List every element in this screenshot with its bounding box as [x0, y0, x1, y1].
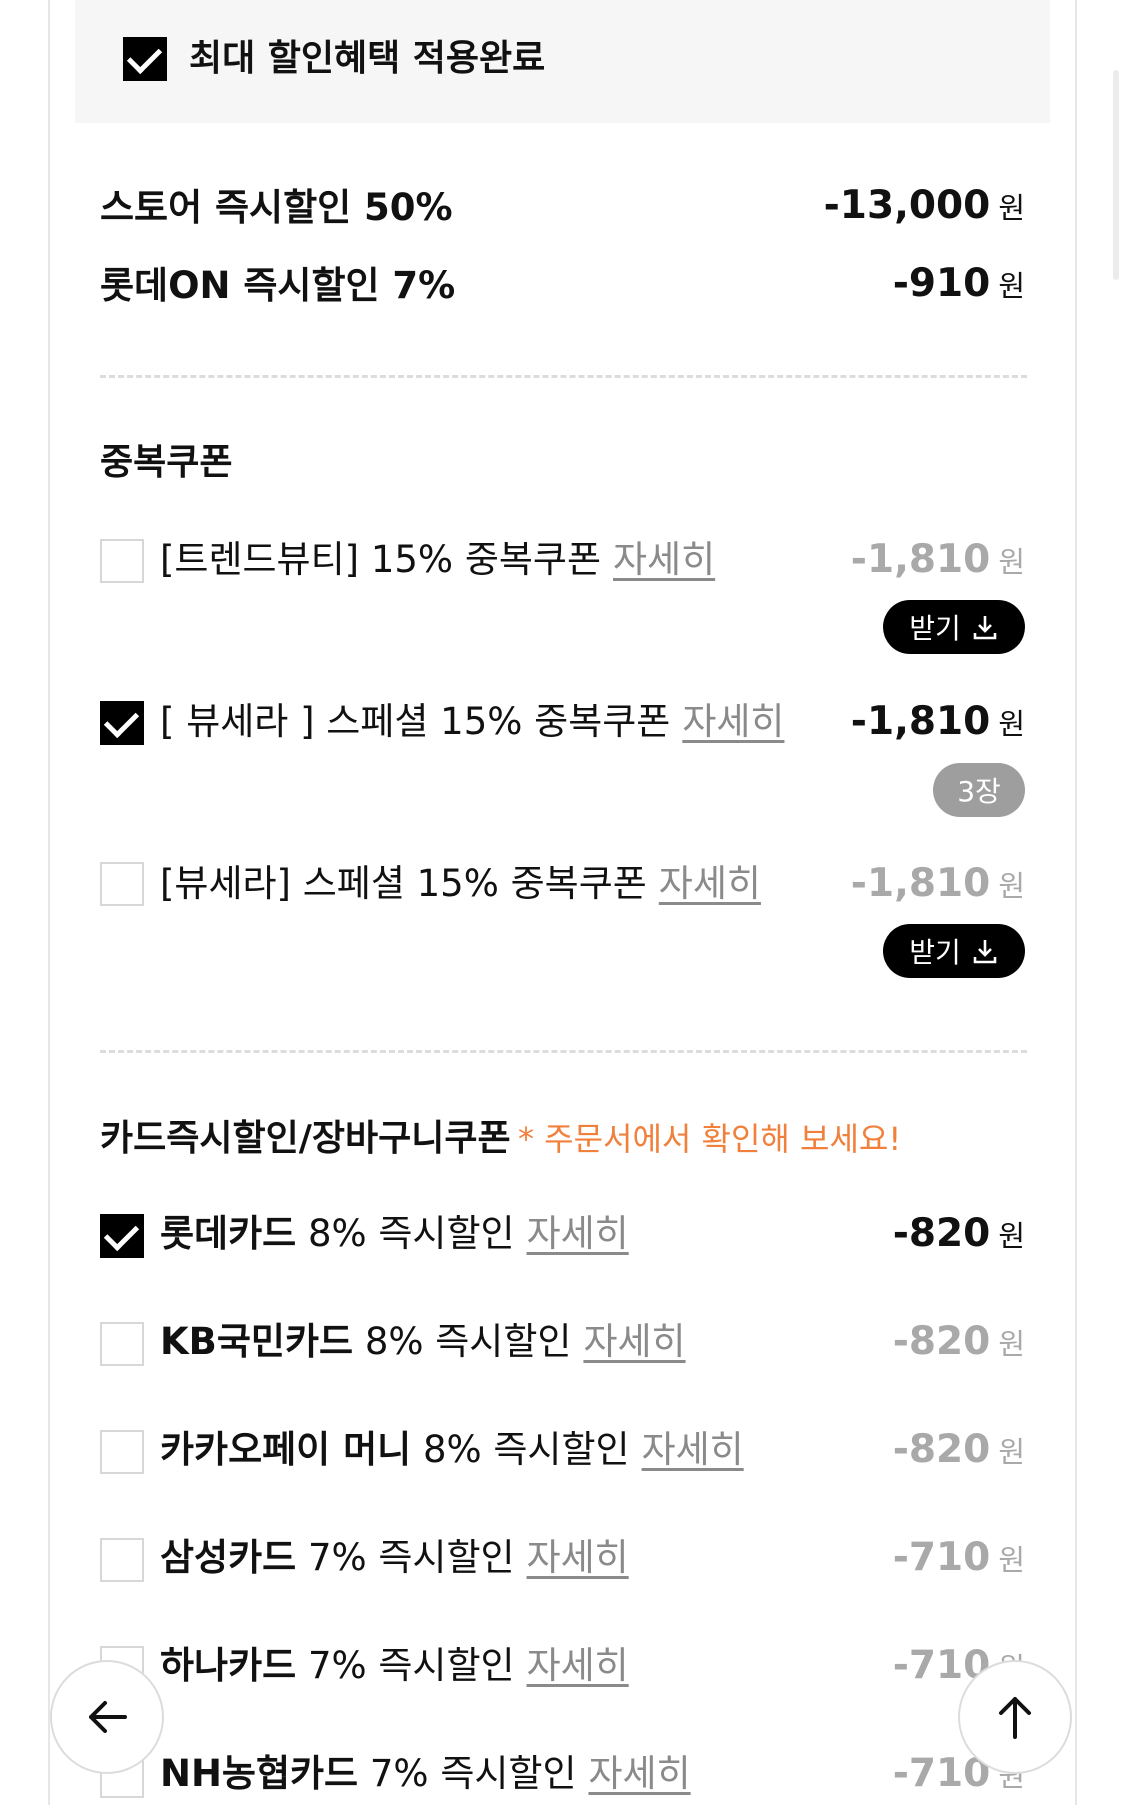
receive-label: 받기 — [909, 936, 961, 969]
max-discount-label: 최대 할인혜택 적용완료 — [189, 38, 546, 79]
arrow-up-icon — [999, 1697, 1031, 1739]
card-name: NH농협카드 — [160, 1752, 359, 1795]
coupon-detail-link[interactable]: 자세히 — [613, 538, 715, 581]
amount-value: -1,810 — [850, 861, 991, 906]
card-detail-link[interactable]: 자세히 — [642, 1428, 744, 1471]
amount-unit: 원 — [998, 1219, 1025, 1253]
card-name: 삼성카드 — [160, 1536, 297, 1579]
amount-unit: 원 — [998, 1435, 1025, 1469]
card-label-row: 카카오페이 머니 8% 즉시할인 자세히 — [160, 1426, 744, 1474]
coupon-label: [뷰세라] 스페셜 15% 중복쿠폰 — [160, 862, 647, 905]
coupon-label-row: [트렌드뷰티] 15% 중복쿠폰 자세히 — [160, 536, 715, 584]
coupon-label-row: [ 뷰세라 ] 스페셜 15% 중복쿠폰 자세히 — [160, 698, 784, 746]
card-detail-link[interactable]: 자세히 — [583, 1320, 685, 1363]
back-button[interactable] — [50, 1660, 164, 1774]
card-amount: -820 원 — [893, 1210, 1025, 1265]
divider — [100, 1050, 1027, 1053]
download-icon — [973, 616, 997, 640]
scroll-top-button[interactable] — [958, 1660, 1072, 1774]
card-detail-link[interactable]: 자세히 — [588, 1752, 690, 1795]
card-label-row: 하나카드 7% 즉시할인 자세히 — [160, 1642, 629, 1690]
amount-value: -1,810 — [850, 699, 991, 744]
receive-label: 받기 — [909, 612, 961, 645]
coupon-amount: -1,810 원 — [851, 536, 1025, 591]
card-section-note: * 주문서에서 확인해 보세요! — [518, 1120, 902, 1158]
arrow-left-icon — [89, 1701, 127, 1733]
card-rate: 8% 즉시할인 — [364, 1320, 572, 1363]
card-detail-link[interactable]: 자세히 — [527, 1644, 629, 1687]
receive-coupon-button[interactable]: 받기 — [883, 600, 1025, 654]
card-amount: -710원 — [893, 1534, 1025, 1589]
card-section-title: 카드즉시할인/장바구니쿠폰 — [100, 1118, 511, 1159]
amount-unit: 원 — [998, 869, 1025, 903]
max-discount-banner: 최대 할인혜택 적용완료 — [75, 0, 1050, 123]
coupon-label: [트렌드뷰티] 15% 중복쿠폰 — [160, 538, 601, 581]
coupon-label: [ 뷰세라 ] 스페셜 15% 중복쿠폰 — [160, 700, 671, 743]
amount-value: -13,000 — [823, 183, 991, 228]
card-label-row: NH농협카드 7% 즉시할인 자세히 — [160, 1750, 691, 1798]
card-checkbox[interactable] — [100, 1214, 144, 1258]
download-icon — [973, 940, 997, 964]
card-name: 카카오페이 머니 — [160, 1428, 412, 1471]
card-name: 하나카드 — [160, 1644, 297, 1687]
amount-unit: 원 — [998, 545, 1025, 579]
card-name: 롯데카드 — [160, 1212, 297, 1255]
amount-unit: 원 — [998, 191, 1025, 225]
amount-value: -820 — [892, 1211, 991, 1256]
amount-value: -710 — [892, 1535, 991, 1580]
card-rate: 7% 즉시할인 — [307, 1644, 515, 1687]
card-label-row: KB국민카드 8% 즉시할인 자세히 — [160, 1318, 686, 1366]
coupon-detail-link[interactable]: 자세히 — [659, 862, 761, 905]
amount-value: -1,810 — [850, 537, 991, 582]
amount-unit: 원 — [998, 269, 1025, 303]
coupon-section-title: 중복쿠폰 — [100, 442, 233, 483]
amount-value: -910 — [892, 261, 991, 306]
divider — [100, 375, 1027, 378]
card-checkbox[interactable] — [100, 1322, 144, 1366]
coupon-detail-link[interactable]: 자세히 — [682, 700, 784, 743]
card-checkbox[interactable] — [100, 1538, 144, 1582]
amount-unit: 원 — [998, 1543, 1025, 1577]
coupon-amount: -1,810 원 — [851, 860, 1025, 915]
panel-border-left — [48, 0, 50, 1805]
coupon-checkbox[interactable] — [100, 539, 144, 583]
card-amount: -820 원 — [893, 1426, 1025, 1481]
card-amount: -820 원 — [893, 1318, 1025, 1373]
card-label-row: 삼성카드 7% 즉시할인 자세히 — [160, 1534, 629, 1582]
coupon-checkbox[interactable] — [100, 701, 144, 745]
card-detail-link[interactable]: 자세히 — [527, 1536, 629, 1579]
coupon-count-badge[interactable]: 3장 — [933, 763, 1025, 817]
receive-coupon-button[interactable]: 받기 — [883, 924, 1025, 978]
card-rate: 7% 즉시할인 — [307, 1536, 515, 1579]
store-discount-label: 스토어 즉시할인 50% — [100, 186, 453, 229]
coupon-label-row: [뷰세라] 스페셜 15% 중복쿠폰 자세히 — [160, 860, 761, 908]
coupon-amount: -1,810 원 — [851, 698, 1025, 753]
lotteon-discount-label: 롯데ON 즉시할인 7% — [100, 264, 456, 307]
coupon-checkbox[interactable] — [100, 862, 144, 906]
card-rate: 8% 즉시할인 — [422, 1428, 630, 1471]
card-rate: 7% 즉시할인 — [369, 1752, 577, 1795]
card-label-row: 롯데카드 8% 즉시할인 자세히 — [160, 1210, 629, 1258]
amount-value: -820 — [892, 1319, 991, 1364]
panel-border-right — [1075, 0, 1077, 1805]
card-checkbox[interactable] — [100, 1430, 144, 1474]
amount-value: -820 — [892, 1427, 991, 1472]
max-discount-checkbox[interactable] — [123, 37, 167, 81]
amount-unit: 원 — [998, 707, 1025, 741]
card-name: KB국민카드 — [160, 1320, 354, 1363]
scrollbar[interactable] — [1113, 70, 1119, 280]
card-detail-link[interactable]: 자세히 — [527, 1212, 629, 1255]
card-rate: 8% 즉시할인 — [307, 1212, 515, 1255]
store-discount-amount: -13,000 원 — [824, 182, 1025, 237]
lotteon-discount-amount: -910 원 — [893, 260, 1025, 315]
amount-unit: 원 — [998, 1327, 1025, 1361]
